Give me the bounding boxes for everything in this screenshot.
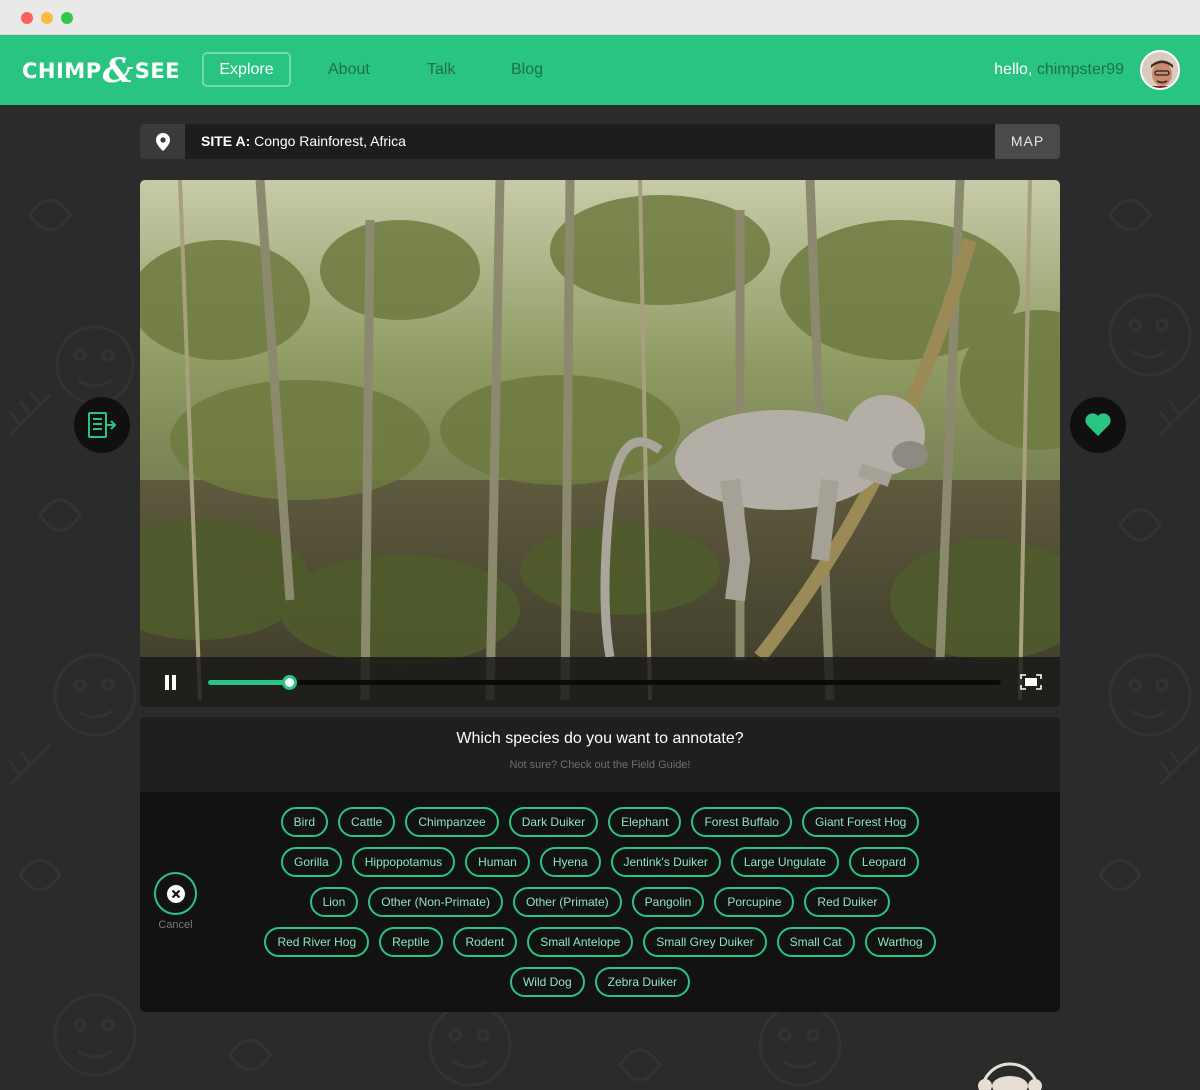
logo-text-right: SEE [134, 59, 181, 83]
species-chip[interactable]: Red Duiker [804, 887, 891, 917]
fullscreen-icon[interactable] [1020, 674, 1042, 690]
maximize-window-button[interactable] [61, 12, 73, 24]
greeting-prefix: hello, [994, 61, 1033, 78]
species-chip[interactable]: Small Grey Duiker [643, 927, 767, 957]
window-titlebar [0, 0, 1200, 35]
top-navigation-bar: CHIMP & SEE Explore About Talk Blog hell… [0, 35, 1200, 105]
species-chip[interactable]: Forest Buffalo [691, 807, 792, 837]
close-window-button[interactable] [21, 12, 33, 24]
panel-header: Which species do you want to annotate? N… [140, 717, 1060, 792]
species-chip[interactable]: Wild Dog [509, 967, 585, 997]
species-chip[interactable]: Dark Duiker [508, 807, 599, 837]
site-label: SITE A: [201, 133, 251, 149]
username-link[interactable]: chimpster99 [1037, 61, 1124, 78]
species-row: Bird Cattle Chimpanzee Dark Duiker Elephant F… [140, 807, 1060, 837]
map-button[interactable]: MAP [995, 124, 1060, 159]
species-chip[interactable]: Small Cat [776, 927, 855, 957]
field-guide-icon [88, 412, 117, 438]
user-greeting: hello, chimpster99 [994, 61, 1124, 79]
nav-blog-link[interactable]: Blog [511, 52, 543, 87]
species-row: Gorilla Hippopotamus Human Hyena Jentink's D… [140, 847, 1060, 877]
species-chip[interactable]: Cattle [338, 807, 396, 837]
pause-icon[interactable] [164, 675, 178, 690]
species-chip[interactable]: Chimpanzee [405, 807, 499, 837]
species-chip[interactable]: Lion [309, 887, 359, 917]
video-scrubber-handle[interactable] [281, 675, 297, 690]
nav-about-link[interactable]: About [328, 52, 370, 87]
species-chip[interactable]: Small Antelope [527, 927, 634, 957]
nav-talk-link[interactable]: Talk [427, 52, 455, 87]
species-chip[interactable]: Elephant [608, 807, 682, 837]
species-annotation-panel: Which species do you want to annotate? N… [140, 717, 1060, 1012]
species-chip[interactable]: Other (Primate) [512, 887, 622, 917]
species-chip[interactable]: Red River Hog [264, 927, 370, 957]
chimp-mascot-icon [978, 1062, 1042, 1090]
species-chip[interactable]: Reptile [379, 927, 443, 957]
chimp-and-see-logo[interactable]: CHIMP & SEE [22, 51, 181, 91]
species-chip[interactable]: Warthog [864, 927, 936, 957]
user-avatar[interactable] [1140, 50, 1180, 90]
field-guide-button[interactable] [74, 397, 130, 453]
species-chip[interactable]: Porcupine [714, 887, 795, 917]
site-location: Congo Rainforest, Africa [254, 133, 406, 149]
species-chip[interactable]: Leopard [848, 847, 919, 877]
favorite-button[interactable] [1070, 397, 1126, 453]
species-chip[interactable]: Giant Forest Hog [801, 807, 920, 837]
species-chip[interactable]: Rodent [452, 927, 518, 957]
heart-icon [1085, 413, 1111, 436]
site-info-bar: SITE A: Congo Rainforest, Africa MAP [140, 124, 1060, 159]
species-row: Lion Other (Non-Primate) Other (Primate) Pa… [140, 887, 1060, 917]
video-progress-fill [208, 680, 289, 685]
species-chip[interactable]: Other (Non-Primate) [368, 887, 503, 917]
species-row: Wild Dog Zebra Duiker [140, 967, 1060, 997]
camera-trap-video-frame [140, 180, 1060, 707]
species-row: Red River Hog Reptile Rodent Small Antelope… [140, 927, 1060, 957]
site-location-text: SITE A: Congo Rainforest, Africa [201, 124, 406, 159]
species-chip[interactable]: Large Ungulate [730, 847, 839, 877]
field-guide-hint[interactable]: Not sure? Check out the Field Guide! [140, 759, 1060, 771]
nav-explore-link[interactable]: Explore [202, 52, 291, 87]
species-chip[interactable]: Zebra Duiker [594, 967, 691, 997]
minimize-window-button[interactable] [41, 12, 53, 24]
map-pin-icon [140, 124, 185, 159]
video-player[interactable] [140, 180, 1060, 707]
species-chip[interactable]: Hippopotamus [351, 847, 456, 877]
video-progress-track[interactable] [208, 675, 1001, 690]
species-list: Cancel Bird Cattle Chimpanzee Dark Duiker El… [140, 792, 1060, 1012]
species-chip[interactable]: Jentink's Duiker [610, 847, 721, 877]
annotation-question: Which species do you want to annotate? [456, 730, 744, 747]
video-controls [140, 657, 1060, 707]
species-chip[interactable]: Hyena [539, 847, 601, 877]
species-chip[interactable]: Human [465, 847, 530, 877]
species-chip[interactable]: Gorilla [281, 847, 342, 877]
species-chip[interactable]: Bird [280, 807, 328, 837]
logo-ampersand: & [102, 51, 134, 91]
logo-text-left: CHIMP [22, 59, 102, 83]
species-chip[interactable]: Pangolin [631, 887, 705, 917]
